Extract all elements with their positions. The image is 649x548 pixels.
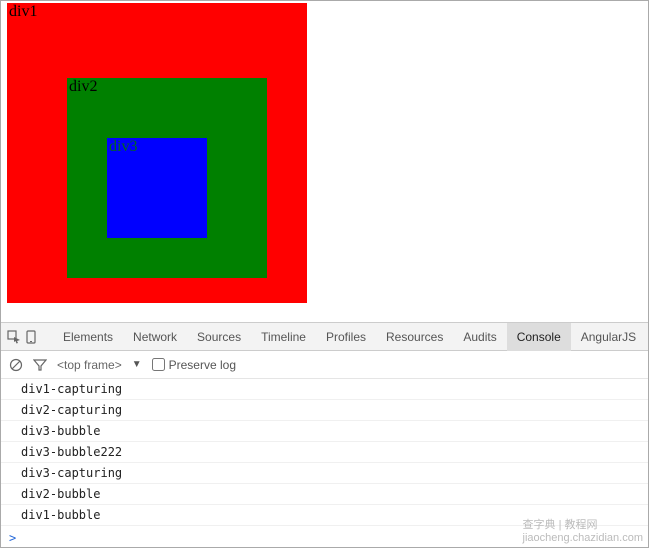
frame-selector[interactable]: <top frame> [57,358,122,372]
console-log-line: div3-bubble [1,421,648,442]
tab-timeline[interactable]: Timeline [251,323,316,351]
console-log-line: div3-capturing [1,463,648,484]
preserve-log-label: Preserve log [169,358,236,372]
tab-console[interactable]: Console [507,323,571,351]
console-prompt[interactable]: > [1,529,648,547]
device-icon[interactable] [25,327,37,347]
tab-sources[interactable]: Sources [187,323,251,351]
console-log: div1-capturingdiv2-capturingdiv3-bubbled… [1,379,648,529]
console-log-line: div2-capturing [1,400,648,421]
demo-div1[interactable]: div1 div2 div3 [7,3,307,303]
tab-audits[interactable]: Audits [453,323,506,351]
demo-div3[interactable]: div3 [107,138,207,238]
console-log-line: div2-bubble [1,484,648,505]
div3-label: div3 [107,138,139,155]
console-toolbar: <top frame> ▼ Preserve log [1,351,648,379]
preserve-log-input[interactable] [152,358,165,371]
tab-elements[interactable]: Elements [53,323,123,351]
filter-icon[interactable] [33,358,47,372]
demo-div2[interactable]: div2 div3 [67,78,267,278]
clear-console-icon[interactable] [9,358,23,372]
console-log-line: div3-bubble222 [1,442,648,463]
console-log-line: div1-bubble [1,505,648,526]
inspect-icon[interactable] [7,327,21,347]
page-viewport: div1 div2 div3 [1,1,648,323]
tab-profiles[interactable]: Profiles [316,323,376,351]
div1-label: div1 [7,3,39,20]
chevron-down-icon[interactable]: ▼ [132,359,142,370]
devtools-tabbar: ElementsNetworkSourcesTimelineProfilesRe… [1,323,648,351]
div2-label: div2 [67,78,99,95]
console-log-line: div1-capturing [1,379,648,400]
devtools-panel: ElementsNetworkSourcesTimelineProfilesRe… [1,323,648,547]
tab-angularjs[interactable]: AngularJS [571,323,646,351]
tab-network[interactable]: Network [123,323,187,351]
preserve-log-checkbox[interactable]: Preserve log [152,358,236,372]
tab-resources[interactable]: Resources [376,323,453,351]
